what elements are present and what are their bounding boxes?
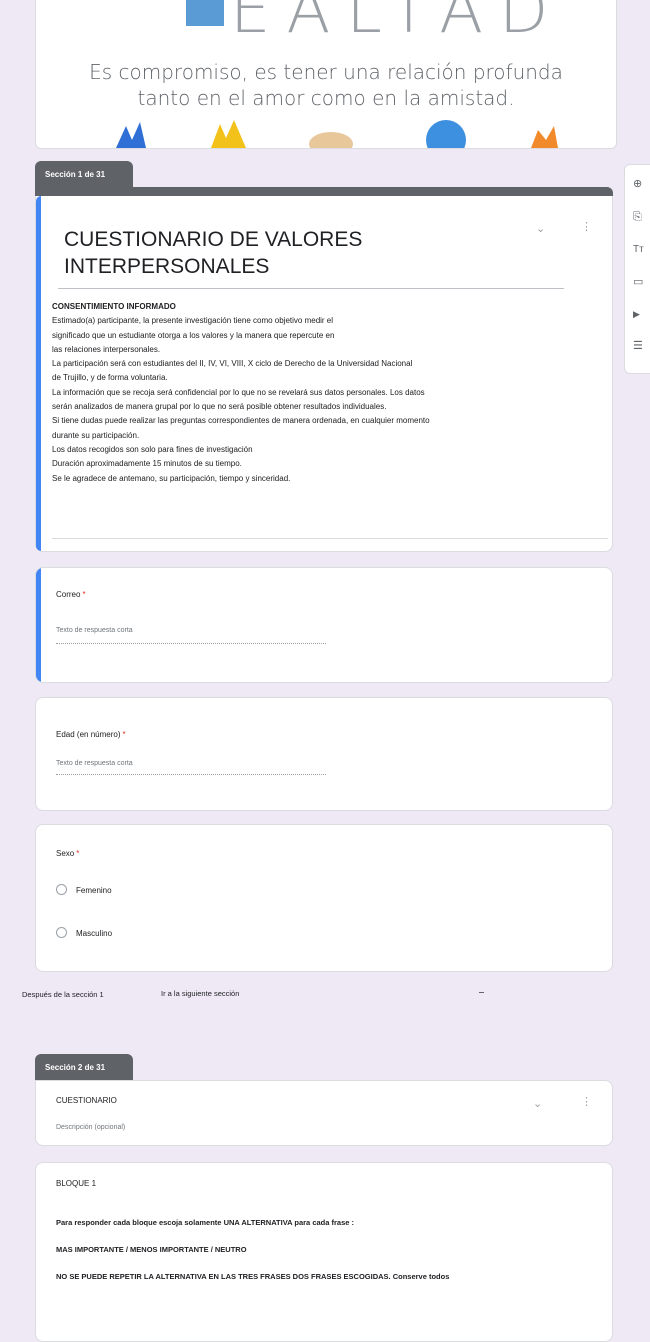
collapse-icon[interactable]: ⌄ — [533, 1097, 542, 1110]
block-1-title: BLOQUE 1 — [56, 1179, 97, 1188]
desc-line: significado que un estudiante otorga a l… — [52, 330, 335, 340]
option-label: Femenino — [76, 886, 112, 895]
add-image-icon[interactable]: ▭ — [633, 277, 643, 288]
question-label: Sexo * — [56, 849, 80, 858]
add-title-icon[interactable]: Tт — [633, 244, 644, 255]
desc-line: durante su participación. — [52, 430, 140, 440]
section-2-tab: Sección 2 de 31 — [35, 1054, 133, 1080]
option-label: Masculino — [76, 929, 113, 938]
desc-line: serán analizados de manera grupal por lo… — [52, 402, 387, 412]
desc-line: Si tiene dudas puede realizar las pregun… — [52, 416, 430, 426]
section-2-card[interactable]: CUESTIONARIO Descripción (opcional) ⌄ ⋮ — [35, 1080, 613, 1146]
radio-masculino[interactable] — [56, 927, 67, 938]
after-section-label: Después de la sección 1 — [22, 990, 104, 999]
chevron-down-icon[interactable] — [479, 992, 484, 993]
form-title-line-2: INTERPERSONALES — [64, 255, 270, 278]
banner-word: EALTAD — [186, 0, 564, 48]
answer-underline — [56, 643, 326, 644]
banner-line-2: tanto en el amor como en la amistad. — [137, 86, 515, 110]
question-edad[interactable]: Edad (en número) * Texto de respuesta cor… — [35, 697, 613, 811]
short-answer-input[interactable]: Texto de respuesta corta — [56, 627, 133, 634]
desc-line: Los datos recogidos son solo para fines … — [52, 444, 253, 454]
desc-line: La participación será con estudiantes de… — [52, 359, 413, 369]
header-banner-image: EALTAD Es compromiso, es tener una relac… — [35, 0, 617, 149]
form-title[interactable]: CUESTIONARIO DE VALORES INTERPERSONALES — [64, 226, 504, 280]
desc-line: las relaciones interpersonales. — [52, 344, 161, 354]
block-1-rule: NO SE PUEDE REPETIR LA ALTERNATIVA EN LA… — [56, 1272, 450, 1281]
question-label: Edad (en número) * — [56, 730, 126, 739]
section-1-card[interactable]: CUESTIONARIO DE VALORES INTERPERSONALES … — [35, 196, 613, 552]
more-options-icon[interactable]: ⋮ — [581, 220, 592, 233]
block-1-options: MAS IMPORTANTE / MENOS IMPORTANTE / NEUT… — [56, 1245, 247, 1254]
collapse-icon[interactable]: ⌄ — [536, 222, 545, 235]
answer-underline — [56, 774, 326, 775]
form-description[interactable]: CONSENTIMIENTO INFORMADO Estimado(a) par… — [52, 300, 600, 486]
desc-line: de Trujillo, y de forma voluntaria. — [52, 373, 168, 383]
desc-line: CONSENTIMIENTO INFORMADO — [52, 302, 176, 311]
desc-line: Estimado(a) participante, la presente in… — [52, 316, 334, 326]
banner-line-1: Es compromiso, es tener una relación pro… — [89, 60, 563, 84]
desc-line: La información que se recoja será confid… — [52, 387, 425, 397]
description-underline — [52, 538, 608, 539]
radio-femenino[interactable] — [56, 884, 67, 895]
question-label: Correo * — [56, 590, 86, 599]
active-indicator — [36, 568, 41, 682]
form-toolbar: ⊕ ⎘ Tт ▭ ▶ ☰ — [624, 164, 650, 374]
more-options-icon[interactable]: ⋮ — [581, 1095, 592, 1108]
block-1-instruction: Para responder cada bloque escoja solame… — [56, 1218, 355, 1227]
import-questions-icon[interactable]: ⎘ — [633, 212, 642, 223]
active-indicator — [36, 196, 41, 551]
block-1-card[interactable]: BLOQUE 1 Para responder cada bloque esco… — [35, 1162, 613, 1342]
short-answer-input[interactable]: Texto de respuesta corta — [56, 760, 133, 767]
section-1-tab: Sección 1 de 31 — [35, 161, 133, 187]
title-underline — [58, 288, 564, 289]
banner-flowers — [116, 120, 558, 148]
desc-line: Duración aproximadamente 15 minutos de s… — [52, 459, 242, 469]
after-section-dropdown[interactable]: Ir a la siguiente sección — [161, 989, 239, 998]
add-section-icon[interactable]: ☰ — [633, 341, 643, 352]
add-video-icon[interactable]: ▶ — [633, 309, 640, 320]
question-correo[interactable]: Correo * Texto de respuesta corta — [35, 567, 613, 683]
desc-line: Se le agradece de antemano, su participa… — [52, 473, 291, 483]
form-title-line-1: CUESTIONARIO DE VALORES — [64, 228, 363, 251]
section-2-title[interactable]: CUESTIONARIO — [56, 1096, 117, 1105]
question-sexo[interactable]: Sexo * Femenino Masculino — [35, 824, 613, 972]
section-2-description[interactable]: Descripción (opcional) — [56, 1124, 125, 1131]
add-question-icon[interactable]: ⊕ — [633, 179, 642, 190]
